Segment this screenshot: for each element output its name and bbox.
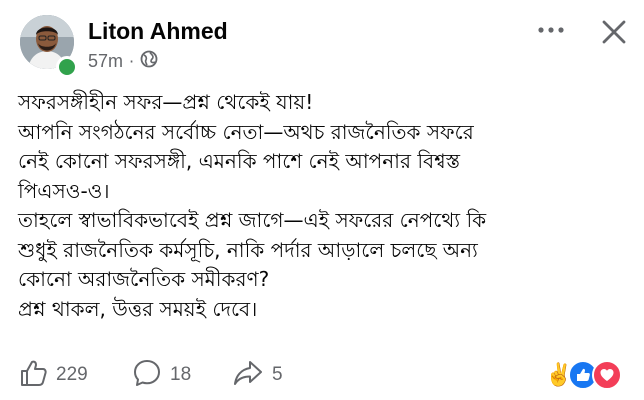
comment-button[interactable]: 18 — [132, 358, 191, 392]
love-reaction-icon — [592, 360, 622, 390]
share-count: 5 — [272, 364, 283, 385]
like-icon — [18, 358, 48, 392]
reactions-summary[interactable]: ✌️ — [544, 358, 634, 390]
post-body: সফরসঙ্গীহীন সফর—প্রশ্ন থেকেই যায়! আপনি … — [18, 88, 630, 324]
post-body-line: শুধুই রাজনৈতিক কর্মসূচি, নাকি পর্দার আড়… — [18, 237, 478, 262]
author-name[interactable]: Liton Ahmed — [88, 18, 228, 45]
post-body-line: প্রশ্ন থাকল, উত্তর সময়ই দেবে। — [18, 296, 258, 321]
post-body-line: নেই কোনো সফরসঙ্গী, এমনকি পাশে নেই আপনার … — [18, 149, 460, 173]
post-timestamp[interactable]: 57m — [88, 51, 123, 72]
post-body-line: সফরসঙ্গীহীন সফর—প্রশ্ন থেকেই যায়! — [18, 90, 314, 114]
post-body-line: পিএসও-ও। — [18, 178, 110, 203]
like-button[interactable]: 229 — [18, 358, 88, 392]
post-meta: 57m · — [88, 50, 158, 72]
post-footer: 229 18 5 ✌️ — [0, 352, 644, 394]
share-icon — [232, 358, 264, 392]
post-header: Liton Ahmed 57m · — [0, 0, 644, 86]
online-status-dot — [56, 56, 78, 78]
globe-icon[interactable] — [140, 50, 158, 72]
comment-count: 18 — [170, 364, 192, 385]
post-body-line: আপনি সংগঠনের সর্বোচ্চ নেতা—অথচ রাজনৈতিক … — [18, 119, 474, 144]
post-body-line: তাহলে স্বাভাবিকভাবেই প্রশ্ন জাগে—এই সফরে… — [18, 208, 487, 232]
comment-icon — [132, 358, 162, 392]
meta-separator: · — [129, 51, 135, 71]
post-body-line: কোনো অরাজনৈতিক সমীকরণ? — [18, 267, 270, 291]
share-button[interactable]: 5 — [232, 358, 283, 392]
like-count: 229 — [56, 364, 88, 385]
more-options-icon[interactable] — [534, 16, 568, 44]
close-icon[interactable] — [598, 16, 630, 48]
